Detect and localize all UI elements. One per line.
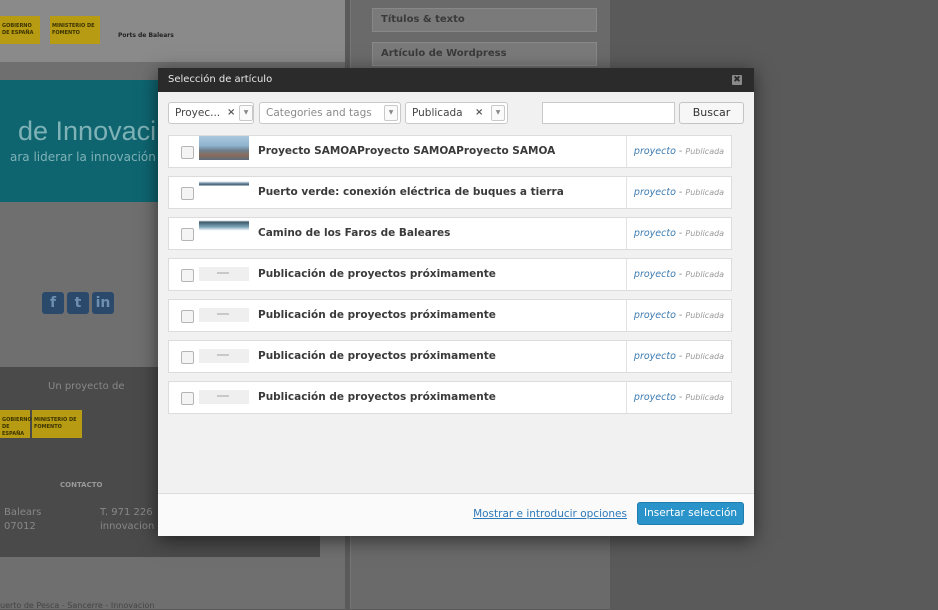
article-meta: proyecto - Publicada xyxy=(626,177,731,208)
article-thumbnail xyxy=(199,390,249,404)
list-item[interactable]: Proyecto SAMOAProyecto SAMOAProyecto SAM… xyxy=(168,135,732,168)
footer-address-2: 07012 xyxy=(4,521,36,532)
article-status: Publicada xyxy=(685,393,725,402)
article-meta: proyecto - Publicada xyxy=(626,300,731,331)
article-status: Publicada xyxy=(685,311,725,320)
article-type: proyecto xyxy=(633,310,676,321)
footer-contact-heading: CONTACTO xyxy=(60,481,103,489)
search-input[interactable] xyxy=(542,102,675,124)
meta-separator: - xyxy=(675,146,686,157)
article-title: Camino de los Faros de Baleares xyxy=(258,227,451,239)
list-item[interactable]: Publicación de proyectos próximamente pr… xyxy=(168,381,732,414)
article-type: proyecto xyxy=(633,228,676,239)
meta-separator: - xyxy=(675,392,686,403)
type-select[interactable]: Proyec... × ▼ xyxy=(168,102,254,124)
modal-title: Selección de artículo xyxy=(168,74,273,85)
type-select-value: Proyec... xyxy=(175,107,221,119)
article-thumbnail xyxy=(199,177,249,191)
list-item[interactable]: Publicación de proyectos próximamente pr… xyxy=(168,299,732,332)
select-checkbox[interactable] xyxy=(181,392,194,405)
banner-title: de Innovaci xyxy=(18,116,157,146)
banner-subtitle: ara liderar la innovación xyxy=(10,150,156,164)
article-meta: proyecto - Publicada xyxy=(626,259,731,290)
footer-email: innovacion xyxy=(100,521,155,532)
article-title: Proyecto SAMOAProyecto SAMOAProyecto SAM… xyxy=(258,145,556,157)
article-status: Publicada xyxy=(685,229,725,238)
article-title: Puerto verde: conexión eléctrica de buqu… xyxy=(258,186,564,198)
ministerio-logo: MINISTERIO DE FOMENTO xyxy=(50,16,100,44)
article-type: proyecto xyxy=(633,146,676,157)
ports-balears-logo: Ports de Balears xyxy=(118,32,174,39)
insert-selection-button[interactable]: Insertar selección xyxy=(637,502,744,525)
article-thumbnail xyxy=(199,308,249,322)
categories-placeholder: Categories and tags xyxy=(266,107,372,119)
select-checkbox[interactable] xyxy=(181,269,194,282)
article-title: Publicación de proyectos próximamente xyxy=(258,350,496,362)
article-status: Publicada xyxy=(685,147,725,156)
article-meta: proyecto - Publicada xyxy=(626,218,731,249)
meta-separator: - xyxy=(675,310,686,321)
list-item[interactable]: Puerto verde: conexión eléctrica de buqu… xyxy=(168,176,732,209)
footer-ministerio-logo: MINISTERIO DE FOMENTO xyxy=(32,410,82,438)
select-checkbox[interactable] xyxy=(181,228,194,241)
select-checkbox[interactable] xyxy=(181,146,194,159)
article-type: proyecto xyxy=(633,392,676,403)
meta-separator: - xyxy=(675,228,686,239)
page-header: GOBIERNO DE ESPAÑA MINISTERIO DE FOMENTO… xyxy=(0,0,345,62)
footer-gobierno-logo: GOBIERNO DE ESPAÑA xyxy=(0,410,32,438)
modal-footer: Mostrar e introducir opciones Insertar s… xyxy=(158,493,754,536)
status-clear-icon[interactable]: × xyxy=(475,103,483,123)
chevron-down-icon[interactable]: ▼ xyxy=(491,105,505,121)
article-meta: proyecto - Publicada xyxy=(626,341,731,372)
article-meta: proyecto - Publicada xyxy=(626,136,731,167)
article-thumbnail xyxy=(199,267,249,281)
article-status: Publicada xyxy=(685,270,725,279)
select-checkbox[interactable] xyxy=(181,351,194,364)
article-thumbnail xyxy=(199,136,249,160)
list-item[interactable]: Camino de los Faros de Baleares proyecto… xyxy=(168,217,732,250)
article-selection-modal: Selección de artículo ✖ Proyec... × ▼ Ca… xyxy=(158,68,754,536)
article-meta: proyecto - Publicada xyxy=(626,382,731,413)
meta-separator: - xyxy=(675,269,686,280)
twitter-icon: t xyxy=(67,292,89,314)
footer-address-1: Balears xyxy=(4,507,42,518)
chevron-down-icon[interactable]: ▼ xyxy=(239,105,253,121)
article-type: proyecto xyxy=(633,187,676,198)
select-checkbox[interactable] xyxy=(181,187,194,200)
chevron-down-icon[interactable]: ▼ xyxy=(384,105,398,121)
article-thumbnail xyxy=(199,218,249,234)
article-thumbnail xyxy=(199,349,249,363)
categories-select[interactable]: Categories and tags ▼ xyxy=(259,102,401,124)
gobierno-logo: GOBIERNO DE ESPAÑA xyxy=(0,16,40,44)
article-type: proyecto xyxy=(633,351,676,362)
panel-chip-titles: Títulos & texto xyxy=(372,8,597,32)
footer-phone: T. 971 226 xyxy=(100,507,153,518)
meta-separator: - xyxy=(675,351,686,362)
article-title: Publicación de proyectos próximamente xyxy=(258,268,496,280)
facebook-icon: f xyxy=(42,292,64,314)
article-type: proyecto xyxy=(633,269,676,280)
close-icon[interactable]: ✖ xyxy=(732,75,742,85)
footer-project-label: Un proyecto de xyxy=(48,381,125,392)
list-item[interactable]: Publicación de proyectos próximamente pr… xyxy=(168,258,732,291)
filter-bar: Proyec... × ▼ Categories and tags ▼ Publ… xyxy=(168,102,744,124)
status-select[interactable]: Publicada × ▼ xyxy=(405,102,508,124)
select-checkbox[interactable] xyxy=(181,310,194,323)
linkedin-icon: in xyxy=(92,292,114,314)
search-button[interactable]: Buscar xyxy=(679,102,744,124)
meta-separator: - xyxy=(675,187,686,198)
article-status: Publicada xyxy=(685,352,725,361)
show-options-link[interactable]: Mostrar e introducir opciones xyxy=(473,508,627,520)
panel-chip-wordpress: Artículo de Wordpress xyxy=(372,42,597,66)
list-item[interactable]: Publicación de proyectos próximamente pr… xyxy=(168,340,732,373)
article-title: Publicación de proyectos próximamente xyxy=(258,309,496,321)
article-status: Publicada xyxy=(685,188,725,197)
status-select-value: Publicada xyxy=(412,107,463,119)
article-title: Publicación de proyectos próximamente xyxy=(258,391,496,403)
type-clear-icon[interactable]: × xyxy=(227,103,235,123)
modal-header: Selección de artículo ✖ xyxy=(158,68,754,92)
